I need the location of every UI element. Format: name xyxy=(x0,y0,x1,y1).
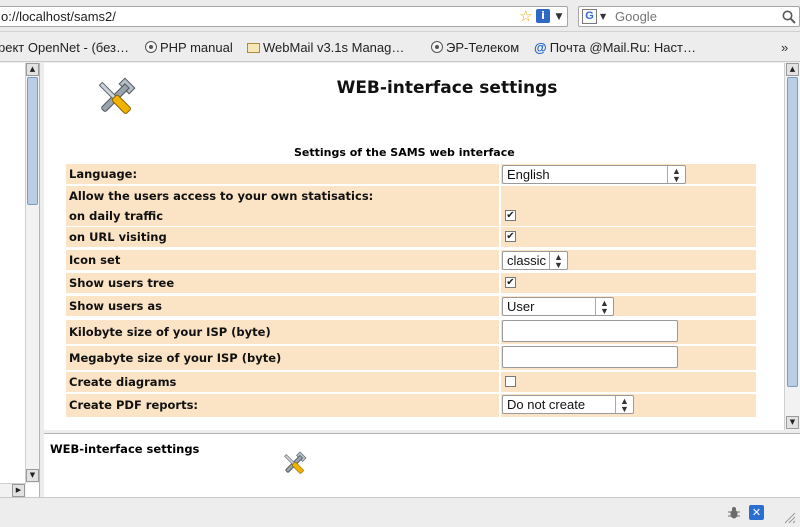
setting-row-create-diagrams: Create diagrams xyxy=(66,372,756,392)
navigation-bar: o://localhost/sams2/ ☆ i ▼ G ▼ xyxy=(0,0,800,32)
setting-control-cell: English ▲ ▼ xyxy=(499,164,756,184)
setting-label: Show users as xyxy=(69,299,162,313)
setting-row-pdf-reports: Create PDF reports: Do not create ▲ ▼ xyxy=(66,394,756,417)
bookmark-label: PHP manual xyxy=(160,40,233,55)
daily-traffic-checkbox[interactable]: ✔ xyxy=(505,210,516,221)
at-icon: @ xyxy=(534,40,547,55)
bookmark-item[interactable]: WebMail v3.1s Manag… xyxy=(247,33,404,62)
setting-control-cell: ✔ xyxy=(499,227,756,247)
bookmark-item[interactable]: рект OpenNet - (без… xyxy=(0,33,129,62)
setting-row-daily-traffic: on daily traffic ✔ xyxy=(66,206,756,226)
bug-icon[interactable] xyxy=(726,505,742,521)
main-frame: WEB-interface settings Settings of the S… xyxy=(44,63,784,430)
megabyte-size-input[interactable] xyxy=(502,346,678,368)
select-arrows-icon: ▲ ▼ xyxy=(595,298,613,315)
bookmarks-bar: рект OpenNet - (без… PHP manual WebMail … xyxy=(0,33,800,62)
setting-control-cell xyxy=(499,346,756,370)
x-icon[interactable]: ✕ xyxy=(749,505,764,520)
bookmark-label: WebMail v3.1s Manag… xyxy=(263,40,405,55)
search-engine-icon[interactable]: G xyxy=(582,9,597,24)
bookmarks-overflow-icon[interactable]: » xyxy=(781,33,788,62)
users-tree-checkbox[interactable]: ✔ xyxy=(505,277,516,288)
create-diagrams-checkbox[interactable] xyxy=(505,376,516,387)
bookmark-label: ЭР-Телеком xyxy=(446,40,520,55)
setting-row-language: Language: English ▲ ▼ xyxy=(66,164,756,184)
page-icon xyxy=(431,41,443,53)
bookmark-item[interactable]: @ Почта @Mail.Ru: Наст… xyxy=(534,33,696,62)
bookmark-label: рект OpenNet - (без… xyxy=(0,40,129,55)
language-select[interactable]: English ▲ ▼ xyxy=(502,165,686,184)
select-value: English xyxy=(507,167,550,182)
url-dropdown-icon[interactable]: ▼ xyxy=(551,8,567,26)
setting-label: Megabyte size of your ISP (byte) xyxy=(69,351,282,365)
left-frame: ▲ ▼ ▶ xyxy=(0,63,40,497)
setting-control-cell: Do not create ▲ ▼ xyxy=(499,394,756,417)
scroll-right-icon[interactable]: ▶ xyxy=(12,484,25,497)
bookmark-item[interactable]: ЭР-Телеком xyxy=(431,33,519,62)
kilobyte-size-input[interactable] xyxy=(502,320,678,342)
pdf-reports-select[interactable]: Do not create ▲ ▼ xyxy=(502,395,634,414)
select-value: classic xyxy=(507,253,547,268)
bookmark-label: Почта @Mail.Ru: Наст… xyxy=(549,40,696,55)
select-value: User xyxy=(507,299,535,314)
setting-row-kilobyte: Kilobyte size of your ISP (byte) xyxy=(66,320,756,344)
scrollbar-thumb[interactable] xyxy=(787,77,798,387)
setting-label: on daily traffic xyxy=(69,209,164,223)
url-visiting-checkbox[interactable]: ✔ xyxy=(505,231,516,242)
scroll-down-icon[interactable]: ▼ xyxy=(786,416,799,429)
show-users-as-select[interactable]: User ▲ ▼ xyxy=(502,297,614,316)
page-icon xyxy=(145,41,157,53)
setting-row-icon-set: Icon set classic ▲ ▼ xyxy=(66,250,756,270)
scrollbar-thumb[interactable] xyxy=(27,77,38,205)
settings-caption: Settings of the SAMS web interface xyxy=(294,146,515,159)
icon-set-select[interactable]: classic ▲ ▼ xyxy=(502,251,568,270)
setting-control-cell: classic ▲ ▼ xyxy=(499,250,756,270)
info-icon[interactable]: i xyxy=(536,9,550,23)
select-arrows-icon: ▲ ▼ xyxy=(667,166,685,183)
setting-label: Icon set xyxy=(69,253,121,267)
scroll-up-icon[interactable]: ▲ xyxy=(786,63,799,76)
search-icon[interactable] xyxy=(781,9,797,25)
setting-control-cell xyxy=(499,372,756,392)
search-engine-dropdown-icon[interactable]: ▼ xyxy=(600,8,606,25)
setting-row-url-visiting: on URL visiting ✔ xyxy=(66,227,756,247)
setting-row-users-tree: Show users tree ✔ xyxy=(66,273,756,293)
search-input[interactable] xyxy=(615,7,775,26)
setting-label: Show users tree xyxy=(69,276,175,290)
setting-label: Language: xyxy=(69,167,138,181)
setting-label: Allow the users access to your own stati… xyxy=(69,189,374,203)
tools-icon xyxy=(284,451,307,474)
resize-grip-icon[interactable] xyxy=(782,510,796,524)
scroll-down-icon[interactable]: ▼ xyxy=(26,469,39,482)
bottom-frame: WEB-interface settings xyxy=(44,433,800,497)
select-arrows-icon: ▲ ▼ xyxy=(615,396,633,413)
star-icon[interactable]: ☆ xyxy=(519,8,535,24)
url-field[interactable]: o://localhost/sams2/ xyxy=(0,6,568,27)
mail-icon xyxy=(247,43,260,53)
status-bar: ✕ xyxy=(0,497,800,527)
left-vertical-scrollbar[interactable]: ▲ ▼ xyxy=(25,63,39,483)
select-value: Do not create xyxy=(507,397,586,412)
main-vertical-scrollbar[interactable]: ▲ ▼ xyxy=(784,63,800,430)
search-box: G ▼ xyxy=(578,6,800,27)
bookmark-item[interactable]: PHP manual xyxy=(145,33,233,62)
setting-control-cell: ✔ xyxy=(499,273,756,293)
setting-control-cell: User ▲ ▼ xyxy=(499,296,756,316)
setting-control-cell xyxy=(499,186,756,206)
setting-row-megabyte: Megabyte size of your ISP (byte) xyxy=(66,346,756,370)
setting-label: Create PDF reports: xyxy=(69,398,199,412)
setting-row-allow-access: Allow the users access to your own stati… xyxy=(66,186,756,206)
setting-label: on URL visiting xyxy=(69,230,167,244)
bottom-frame-title: WEB-interface settings xyxy=(50,442,200,456)
page-title: WEB-interface settings xyxy=(336,78,558,98)
setting-control-cell xyxy=(499,320,756,344)
select-arrows-icon: ▲ ▼ xyxy=(549,252,567,269)
setting-row-show-users-as: Show users as User ▲ ▼ xyxy=(66,296,756,316)
setting-label: Create diagrams xyxy=(69,375,177,389)
setting-label: Kilobyte size of your ISP (byte) xyxy=(69,325,271,339)
left-horizontal-scrollbar[interactable]: ▶ xyxy=(0,483,26,497)
scroll-up-icon[interactable]: ▲ xyxy=(26,63,39,76)
setting-control-cell: ✔ xyxy=(499,206,756,226)
